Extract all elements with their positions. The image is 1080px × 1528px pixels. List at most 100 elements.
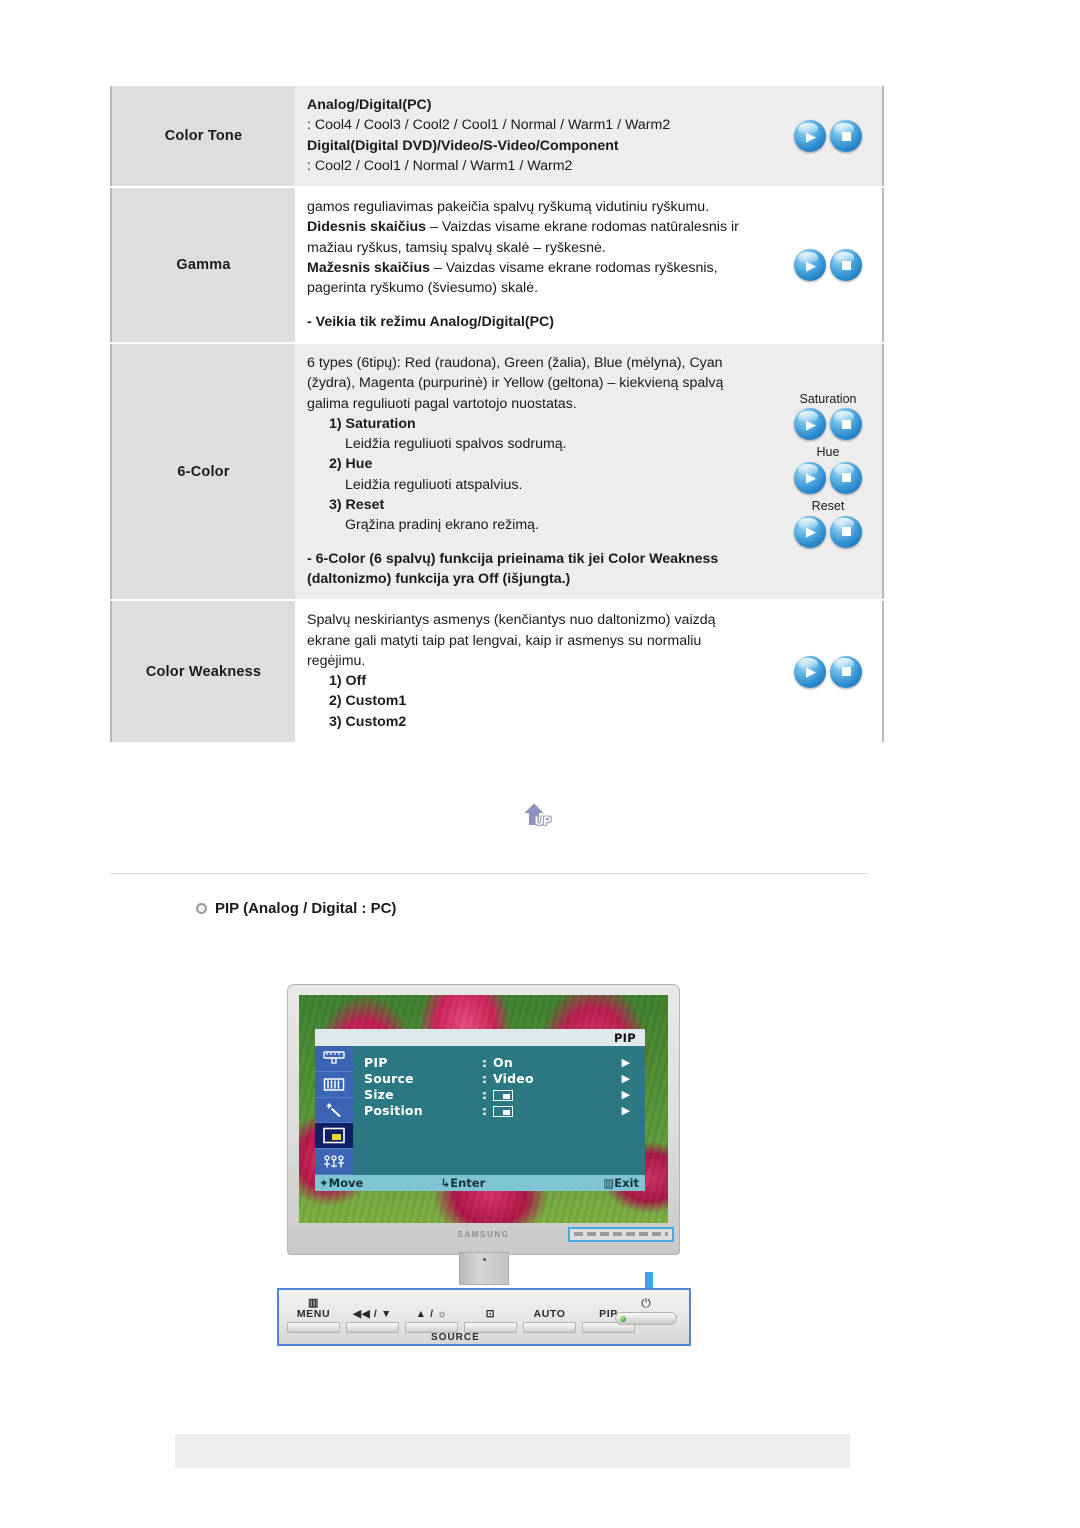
icon-stack: ▶ [774,249,882,282]
up-button[interactable]: UP [517,800,563,838]
osd-colon: : [482,1055,488,1071]
auto-key[interactable] [523,1322,576,1333]
enter-square-icon: ⊡ [485,1307,496,1320]
enter-glyph [830,516,862,548]
osd-row-source[interactable]: Source : Video ▶ [364,1071,645,1087]
down-volume-button[interactable]: ◀◀ / ▼ [346,1294,399,1333]
brightness-contrast-icon[interactable] [315,1046,353,1072]
osd-item-name: Position [364,1103,423,1119]
enter-icon[interactable] [830,461,862,494]
play-icon[interactable]: ▶ [794,655,826,688]
enter-icon[interactable] [830,408,862,441]
osd-items: PIP : On ▶ Source : Video ▶ Size: ▶ Pos… [353,1046,645,1175]
row-icons-color-tone: ▶ [774,86,883,189]
osd-colon: : [482,1071,488,1087]
osd-row-pip[interactable]: PIP : On ▶ [364,1055,645,1071]
down-key[interactable] [346,1322,399,1333]
menu-key[interactable] [287,1322,340,1333]
enter-glyph [830,249,862,281]
button-pair: ▶ [794,655,862,688]
osd-colon: : [482,1087,488,1103]
auto-button-cap: AUTO [523,1294,576,1320]
play-icon[interactable]: ▶ [794,408,826,441]
desc-line: Spalvų neskiriantys asmenys (kenčiantys … [307,612,716,669]
enter-icon[interactable] [830,249,862,282]
row-desc-color-weakness: Spalvų neskiriantys asmenys (kenčiantys … [295,600,774,745]
icon-stack: ▶ [774,655,882,688]
play-glyph: ▶ [806,524,816,540]
monitor-illustration: PIP PIP: On ▶ Source: Video ▶ Size: ▶… [287,984,680,1285]
osd-sidebar [315,1046,353,1175]
desc-line-mixed: Mažesnis skaičius – Vaizdas visame ekran… [307,258,762,299]
osd-feature-table: Color Tone Analog/Digital(PC) : Cool4 / … [110,86,884,745]
osd-footer-exit: ▥Exit [549,1176,645,1190]
desc-item-reset: 3) Reset [329,497,385,514]
auto-button[interactable]: AUTO [523,1294,576,1333]
play-icon[interactable]: ▶ [794,461,826,494]
row-desc-gamma: gamos reguliavimas pakeičia spalvų ryšku… [295,187,774,344]
auto-button-label: AUTO [533,1307,566,1320]
desc-bold-lead: Mažesnis skaičius [307,260,431,277]
enter-glyph [830,656,862,688]
osd-row-size[interactable]: Size : ▶ [364,1087,645,1103]
chevron-right-icon[interactable]: ▶ [607,1056,645,1069]
enter-icon[interactable] [830,120,862,153]
button-pair: ▶ [794,408,862,441]
osd-body: PIP : On ▶ Source : Video ▶ Size: ▶ Pos… [315,1046,645,1175]
play-icon[interactable]: ▶ [794,515,826,548]
color-bars-icon[interactable] [315,1072,353,1098]
chevron-right-icon[interactable]: ▶ [607,1072,645,1085]
pip-section-heading: PIP (Analog / Digital : PC) [196,900,396,917]
desc-item-hue: 2) Hue [329,456,373,473]
row-icons-gamma: ▶ [774,187,883,344]
control-button-row: ▥ MENU ◀◀ / ▼ ▲ / ☼ ⊡ AUTO PIP [287,1294,635,1333]
up-brightness-button-label: ▲ / ☼ [415,1307,448,1320]
menu-button[interactable]: ▥ MENU [287,1294,340,1333]
image-magic-icon[interactable] [315,1098,353,1124]
chevron-right-icon[interactable]: ▶ [607,1088,645,1101]
osd-footer: ✦Move ↳Enter ▥Exit [315,1175,645,1191]
chevron-right-icon[interactable]: ▶ [607,1104,645,1117]
row-label-6-color: 6-Color [111,342,295,602]
osd-item-name: PIP [364,1055,388,1071]
table-row: Color Tone Analog/Digital(PC) : Cool4 / … [111,86,883,189]
enter-key-icon: ↳ [440,1176,451,1190]
page-root: Color Tone Analog/Digital(PC) : Cool4 / … [0,0,1080,1528]
button-pair: ▶ [794,515,862,548]
icon-group-label: Hue [816,445,840,460]
desc-line-mixed: Didesnis skaičius – Vaizdas visame ekran… [307,217,762,258]
enter-button-cap: ⊡ [464,1294,517,1320]
enter-icon[interactable] [830,515,862,548]
enter-icon[interactable] [830,655,862,688]
play-icon[interactable]: ▶ [794,120,826,153]
play-glyph: ▶ [806,416,816,432]
enter-glyph [830,408,862,440]
enter-source-button[interactable]: ⊡ [464,1294,517,1333]
osd-colon: : [482,1103,488,1119]
size-box-icon [493,1090,513,1102]
osd-item-name: Size [364,1087,394,1103]
monitor-screen: PIP PIP: On ▶ Source: Video ▶ Size: ▶… [299,995,668,1223]
osd-row-position[interactable]: Position : ▶ [364,1103,645,1119]
icon-group-reset: Reset ▶ [794,499,862,548]
up-brightness-button[interactable]: ▲ / ☼ [405,1294,458,1333]
play-glyph: ▶ [806,470,816,486]
osd-footer-enter-label: Enter [450,1176,486,1190]
table-row: Gamma gamos reguliavimas pakeičia spalvų… [111,187,883,344]
down-button-label: ◀◀ / ▼ [353,1307,392,1320]
osd-item-value-box [493,1103,607,1118]
pip-icon[interactable] [315,1123,353,1150]
play-icon[interactable]: ▶ [794,249,826,282]
table-row: 6-Color 6 types (6tipų): Red (raudona), … [111,342,883,602]
desc-line-bold: Digital(Digital DVD)/Video/S-Video/Compo… [307,137,619,154]
power-button[interactable]: ⏻ [615,1296,677,1325]
desc-sub-saturation: Leidžia reguliuoti spalvos sodrumą. [345,436,567,453]
monitor-control-panel: ▥ MENU ◀◀ / ▼ ▲ / ☼ ⊡ AUTO PIP SOURCE ⏻ [277,1288,691,1346]
button-pair: ▶ [794,120,862,153]
menu-button-cap: ▥ MENU [287,1294,340,1320]
power-key[interactable] [615,1312,677,1325]
setup-icon[interactable] [315,1149,353,1175]
desc-note: - Veikia tik režimu Analog/Digital(PC) [307,313,555,330]
